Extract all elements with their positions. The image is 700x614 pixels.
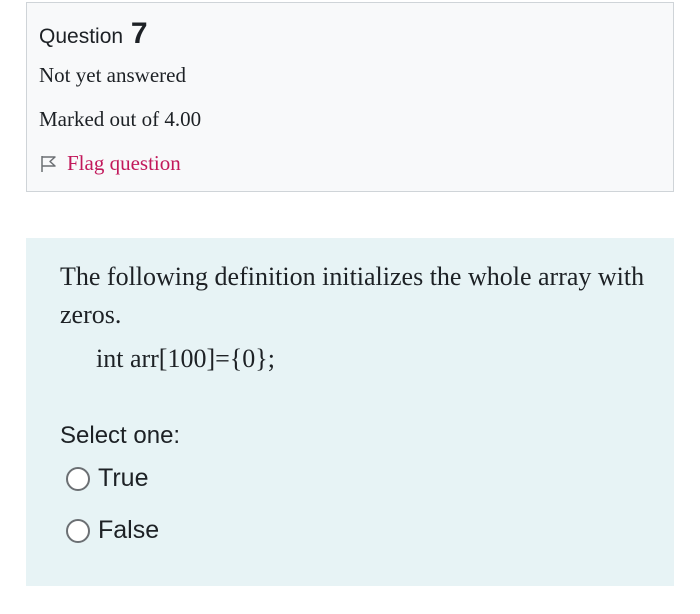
select-one-prompt: Select one: xyxy=(60,422,181,449)
flag-question-link[interactable]: Flag question xyxy=(39,151,181,176)
question-number: 7 xyxy=(130,17,148,50)
flag-question-label[interactable]: Flag question xyxy=(67,151,181,176)
radio-false[interactable] xyxy=(66,518,90,543)
question-grade: Marked out of 4.00 xyxy=(39,107,202,131)
question-heading: Question 7 xyxy=(39,17,148,51)
question-info-panel: Question 7 Not yet answered Marked out o… xyxy=(26,2,674,192)
question-text: The following definition initializes the… xyxy=(60,262,645,329)
flag-icon xyxy=(41,155,56,172)
option-false[interactable]: False xyxy=(66,516,159,545)
option-false-label[interactable]: False xyxy=(98,516,159,545)
question-content-panel: The following definition initializes the… xyxy=(26,238,674,586)
option-true[interactable]: True xyxy=(66,464,148,493)
question-state: Not yet answered xyxy=(39,63,186,87)
radio-true[interactable] xyxy=(66,466,90,491)
question-code: int arr[100]={0}; xyxy=(96,344,275,373)
option-true-label[interactable]: True xyxy=(98,464,148,493)
question-word: Question xyxy=(39,25,124,48)
